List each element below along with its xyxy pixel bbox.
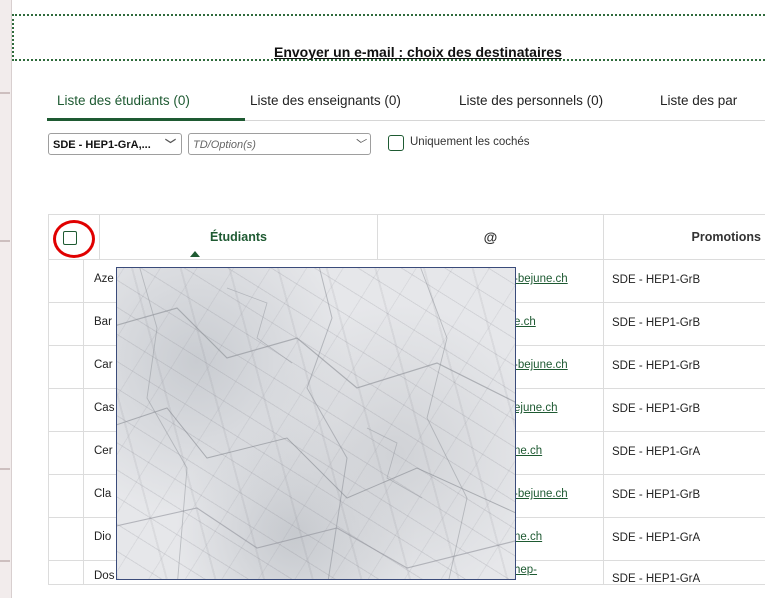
student-email[interactable]: -bejune.ch <box>514 359 568 371</box>
column-promotions[interactable]: Promotions <box>603 215 765 259</box>
student-email[interactable]: ne.ch <box>514 445 542 457</box>
student-name: Cas <box>94 402 115 414</box>
tab-students[interactable]: Liste des étudiants (0) <box>57 93 190 108</box>
row-checkbox-cell[interactable] <box>48 431 84 474</box>
column-email[interactable]: @ <box>377 215 603 259</box>
student-promotion: SDE - HEP1-GrB <box>603 345 765 388</box>
student-promotion: SDE - HEP1-GrA <box>603 517 765 560</box>
student-name: Bar <box>94 316 112 328</box>
student-name: Cer <box>94 445 113 457</box>
chevron-down-icon: ﹀ <box>165 139 176 151</box>
tabs-divider <box>245 120 765 121</box>
select-all-cell <box>48 215 99 259</box>
marble-texture <box>117 268 515 579</box>
row-checkbox-cell[interactable] <box>48 345 84 388</box>
option-select-placeholder: TD/Option(s) <box>193 139 256 151</box>
student-name: Cla <box>94 488 112 500</box>
sort-ascending-icon <box>190 251 200 257</box>
highlight-circle <box>53 220 95 258</box>
dialog-title: Envoyer un e-mail : choix des destinatai… <box>274 44 562 60</box>
student-promotion: SDE - HEP1-GrA <box>603 560 765 584</box>
tab-parents[interactable]: Liste des par <box>660 93 737 108</box>
active-tab-indicator <box>47 118 245 121</box>
class-select[interactable]: SDE - HEP1-GrA,... ﹀ <box>48 133 182 155</box>
student-promotion: SDE - HEP1-GrB <box>603 388 765 431</box>
tab-teachers[interactable]: Liste des enseignants (0) <box>250 93 401 108</box>
table-header: Étudiants @ Promotions <box>48 214 765 260</box>
student-email[interactable]: e.ch <box>514 316 536 328</box>
column-students[interactable]: Étudiants <box>99 215 377 259</box>
student-promotion: SDE - HEP1-GrA <box>603 431 765 474</box>
student-name: Dos <box>94 570 115 582</box>
student-promotion: SDE - HEP1-GrB <box>603 302 765 345</box>
student-email[interactable]: ne.ch <box>514 531 542 543</box>
dialog-header: Envoyer un e-mail : choix des destinatai… <box>12 14 765 61</box>
tab-staff[interactable]: Liste des personnels (0) <box>459 93 603 108</box>
student-email[interactable]: -bejune.ch <box>514 488 568 500</box>
student-email[interactable]: hep- <box>514 564 537 576</box>
row-checkbox-cell[interactable] <box>48 388 84 431</box>
background-page-edge <box>0 0 12 598</box>
redaction-overlay <box>116 267 516 580</box>
row-checkbox-cell[interactable] <box>48 302 84 345</box>
student-name: Car <box>94 359 113 371</box>
chevron-down-icon: ﹀ <box>354 139 365 151</box>
row-checkbox-cell[interactable] <box>48 560 84 584</box>
student-name: Aze <box>94 273 114 285</box>
only-checked-checkbox[interactable] <box>388 135 404 151</box>
option-select[interactable]: TD/Option(s) ﹀ <box>188 133 371 155</box>
row-checkbox-cell[interactable] <box>48 474 84 517</box>
student-name: Dio <box>94 531 112 543</box>
row-checkbox-cell[interactable] <box>48 517 84 560</box>
student-email[interactable]: ejune.ch <box>514 402 557 414</box>
only-checked-label: Uniquement les cochés <box>410 136 530 148</box>
class-select-value: SDE - HEP1-GrA,... <box>53 139 151 151</box>
student-email[interactable]: -bejune.ch <box>514 273 568 285</box>
row-checkbox-cell[interactable] <box>48 259 84 302</box>
student-promotion: SDE - HEP1-GrB <box>603 474 765 517</box>
student-promotion: SDE - HEP1-GrB <box>603 259 765 302</box>
